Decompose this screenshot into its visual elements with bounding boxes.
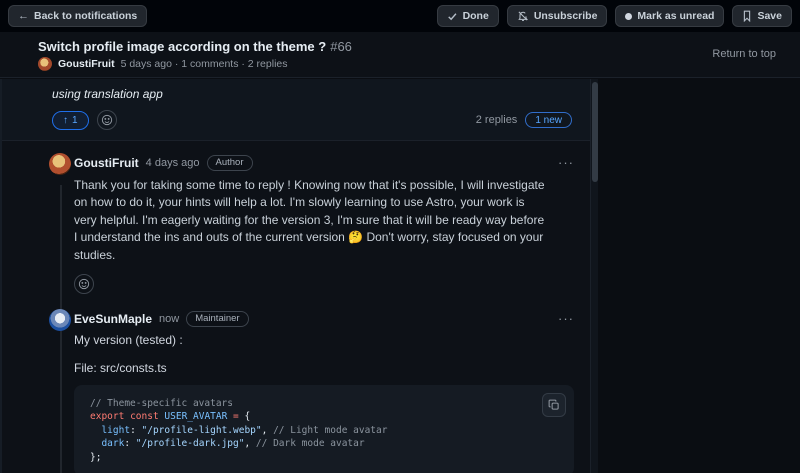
return-to-top-link[interactable]: Return to top xyxy=(712,48,776,60)
code-content: // Theme-specific avatarsexport const US… xyxy=(90,397,558,465)
comment-timestamp: now xyxy=(159,313,179,325)
issue-byline: GoustiFruit 5 days ago · 1 comments · 2 … xyxy=(38,57,352,71)
upvote-count: 1 xyxy=(72,115,78,126)
notification-topbar: ← Back to notifications Done Unsubscribe… xyxy=(0,0,800,32)
arrow-left-icon: ← xyxy=(18,10,29,22)
check-icon xyxy=(447,11,458,22)
avatar[interactable] xyxy=(49,309,71,331)
kebab-menu-icon[interactable]: ··· xyxy=(558,159,574,167)
bookmark-icon xyxy=(742,10,752,22)
replies-group: 2 replies 1 new xyxy=(476,112,572,128)
done-label: Done xyxy=(463,10,489,22)
mark-as-unread-label: Mark as unread xyxy=(637,10,714,22)
issue-title-line: Switch profile image according on the th… xyxy=(38,39,352,54)
unsubscribe-label: Unsubscribe xyxy=(534,10,598,22)
new-replies-badge[interactable]: 1 new xyxy=(525,112,572,128)
discussion-panel: using translation app ↑ 1 2 replies 1 ne… xyxy=(0,79,590,473)
comment-goustifruit: GoustiFruit 4 days ago Author ··· Thank … xyxy=(2,153,590,295)
done-button[interactable]: Done xyxy=(437,5,499,27)
file-label-consts: File: src/consts.ts xyxy=(74,361,574,375)
comment-thread: GoustiFruit 4 days ago Author ··· Thank … xyxy=(2,141,590,473)
avatar[interactable] xyxy=(49,153,71,175)
mark-as-unread-button[interactable]: Mark as unread xyxy=(615,5,724,27)
comment-author[interactable]: EveSunMaple xyxy=(74,312,152,326)
reaction-group: ↑ 1 xyxy=(52,110,117,130)
bell-slash-icon xyxy=(517,10,529,22)
add-reaction-button[interactable] xyxy=(97,110,117,130)
copy-icon xyxy=(548,399,560,411)
add-reaction-button[interactable] xyxy=(74,274,94,294)
comment-author[interactable]: GoustiFruit xyxy=(74,156,139,170)
copy-code-button[interactable] xyxy=(542,393,566,417)
issue-number: #66 xyxy=(330,39,352,54)
unread-dot-icon xyxy=(625,13,632,20)
smiley-icon xyxy=(101,114,113,126)
issue-meta: 5 days ago · 1 comments · 2 replies xyxy=(121,58,288,70)
unsubscribe-button[interactable]: Unsubscribe xyxy=(507,5,608,27)
issue-header: Switch profile image according on the th… xyxy=(0,32,800,78)
comment-body-text: Thank you for taking some time to reply … xyxy=(74,177,574,264)
maintainer-badge: Maintainer xyxy=(186,311,248,327)
comment-header: GoustiFruit 4 days ago Author ··· xyxy=(74,153,574,173)
author-badge: Author xyxy=(207,155,253,171)
upvote-reaction-button[interactable]: ↑ 1 xyxy=(52,111,89,130)
smiley-icon xyxy=(78,278,90,290)
kebab-menu-icon[interactable]: ··· xyxy=(558,315,574,323)
save-button[interactable]: Save xyxy=(732,5,792,27)
code-block-consts: // Theme-specific avatarsexport const US… xyxy=(74,385,574,473)
comment-header: EveSunMaple now Maintainer ··· xyxy=(74,309,574,329)
scrollbar-thumb[interactable] xyxy=(592,82,598,182)
issue-title: Switch profile image according on the th… xyxy=(38,39,326,54)
topbar-actions: Done Unsubscribe Mark as unread Save xyxy=(437,5,792,27)
panel-scrollbar[interactable] xyxy=(590,79,598,473)
issue-body-section: using translation app ↑ 1 2 replies 1 ne… xyxy=(2,79,590,141)
back-button-label: Back to notifications xyxy=(34,10,137,22)
back-to-notifications-button[interactable]: ← Back to notifications xyxy=(8,5,147,27)
issue-body-text: using translation app xyxy=(52,87,572,101)
issue-author[interactable]: GoustiFruit xyxy=(58,58,115,70)
comment-timestamp: 4 days ago xyxy=(146,157,200,169)
issue-body-footer: ↑ 1 2 replies 1 new xyxy=(52,110,572,130)
arrow-up-icon: ↑ xyxy=(63,115,68,126)
avatar[interactable] xyxy=(38,57,52,71)
comment-intro-text: My version (tested) : xyxy=(74,333,574,347)
replies-count-label: 2 replies xyxy=(476,114,518,126)
save-label: Save xyxy=(757,10,782,22)
comment-evesunmaple: EveSunMaple now Maintainer ··· My versio… xyxy=(2,309,590,473)
issue-header-left: Switch profile image according on the th… xyxy=(38,39,352,71)
